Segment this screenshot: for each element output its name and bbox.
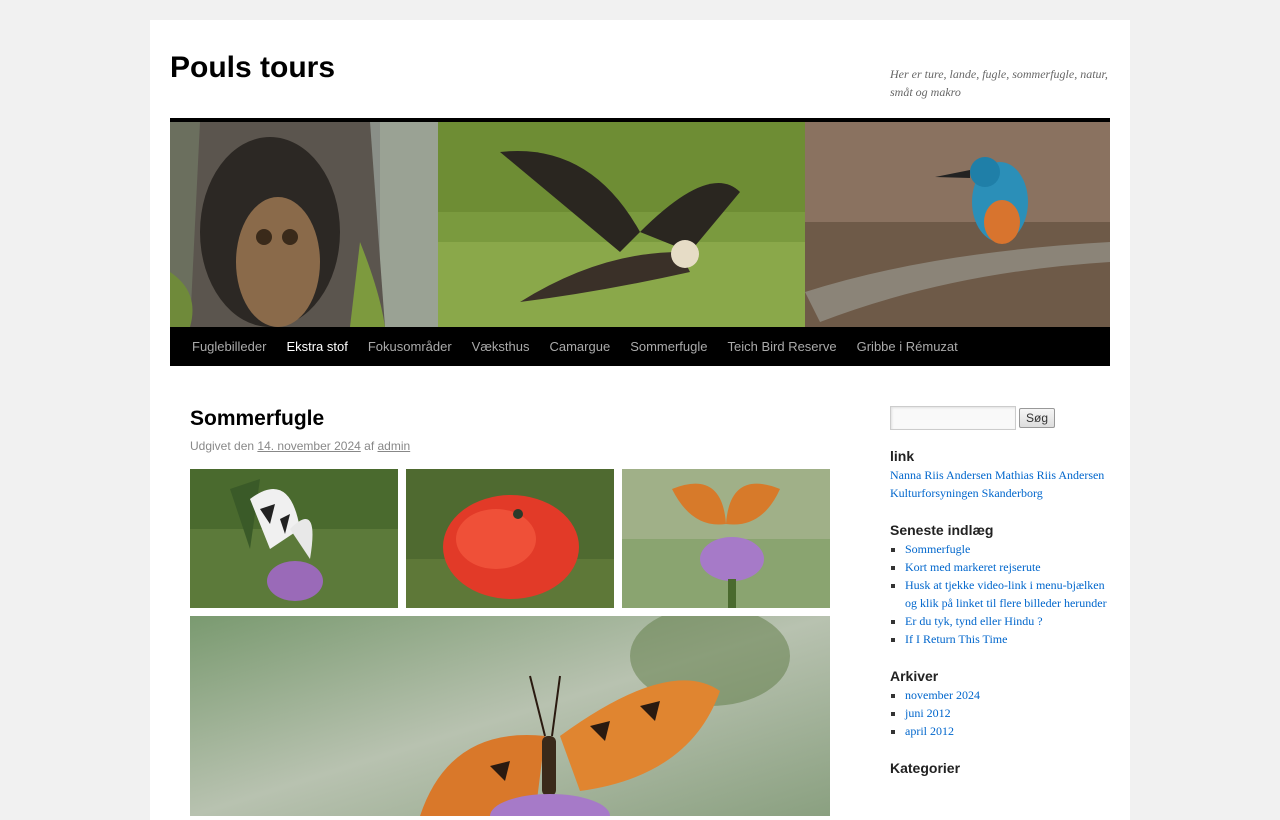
list-item: Sommerfugle — [905, 540, 1110, 558]
post-date-link[interactable]: 14. november 2024 — [257, 439, 360, 453]
nav-item-sommerfugle[interactable]: Sommerfugle — [620, 327, 717, 366]
header-banner-image — [170, 122, 1110, 327]
main-menu: Fuglebilleder Ekstra stof Fokusområder Væks… — [170, 327, 1110, 366]
nav-item-fokusområder[interactable]: Fokusområder — [358, 327, 462, 366]
search-form: Søg — [890, 406, 1110, 430]
list-item: Husk at tjekke video-link i menu-bjælken… — [905, 576, 1110, 612]
site-description: Her er ture, lande, fugle, sommerfugle, … — [890, 67, 1108, 99]
meta-prefix: Udgivet den — [190, 439, 255, 453]
list-item: If I Return This Time — [905, 630, 1110, 648]
list-item: april 2012 — [905, 722, 1110, 740]
list-item: Kort med markeret rejserute — [905, 558, 1110, 576]
widget-title-recent: Seneste indlæg — [890, 522, 994, 538]
links-widget: link Nanna Riis Andersen Mathias Riis An… — [890, 446, 1110, 502]
post-title[interactable]: Sommerfugle — [190, 404, 830, 434]
author-link[interactable]: admin — [378, 439, 411, 453]
widget-title-archives: Arkiver — [890, 668, 939, 684]
list-item: november 2024 — [905, 686, 1110, 704]
archive-link[interactable]: november 2024 — [905, 688, 980, 702]
nav-item-fuglebilleder[interactable]: Fuglebilleder — [182, 327, 276, 366]
widget-title-links: link — [890, 448, 915, 464]
gallery-image-fritillary-large[interactable] — [190, 616, 830, 816]
nav-item-væksthus[interactable]: Væksthus — [462, 327, 540, 366]
recent-posts-widget: Seneste indlæg Sommerfugle Kort med mark… — [890, 520, 1110, 648]
gallery-image-poppy[interactable] — [406, 469, 614, 608]
link-nanna-riis-andersen[interactable]: Nanna Riis Andersen — [890, 468, 992, 482]
post-meta: Udgivet den 14. november 2024 af admin — [190, 437, 830, 455]
gallery-image-marbled-white[interactable] — [190, 469, 398, 608]
nav-item-gribbe-i-rémuzat[interactable]: Gribbe i Rémuzat — [847, 327, 968, 366]
widget-title-categories: Kategorier — [890, 760, 961, 776]
categories-widget: Kategorier — [890, 758, 1110, 778]
link-mathias-riis-andersen[interactable]: Mathias Riis Andersen — [995, 468, 1104, 482]
recent-post-link[interactable]: If I Return This Time — [905, 632, 1007, 646]
search-button[interactable]: Søg — [1019, 408, 1056, 428]
link-kulturforsyningen[interactable]: Kulturforsyningen Skanderborg — [890, 486, 1043, 500]
list-item: juni 2012 — [905, 704, 1110, 722]
meta-by: af — [364, 439, 375, 453]
nav-item-camargue[interactable]: Camargue — [539, 327, 620, 366]
archives-widget: Arkiver november 2024 juni 2012 april 20… — [890, 666, 1110, 740]
recent-post-link[interactable]: Kort med markeret rejserute — [905, 560, 1041, 574]
sidebar: Søg link Nanna Riis Andersen Mathias Rii… — [890, 406, 1110, 778]
nav-item-ekstra-stof[interactable]: Ekstra stof — [276, 327, 357, 366]
archive-link[interactable]: april 2012 — [905, 724, 954, 738]
list-item: Er du tyk, tynd eller Hindu ? — [905, 612, 1110, 630]
archive-link[interactable]: juni 2012 — [905, 706, 951, 720]
recent-post-link[interactable]: Er du tyk, tynd eller Hindu ? — [905, 614, 1043, 628]
main-content: Sommerfugle Udgivet den 14. november 202… — [190, 404, 830, 816]
search-input[interactable] — [890, 406, 1016, 430]
site-title[interactable]: Pouls tours — [170, 50, 335, 86]
gallery-image-fritillary-small[interactable] — [622, 469, 830, 608]
recent-post-link[interactable]: Sommerfugle — [905, 542, 970, 556]
nav-item-teich-bird-reserve[interactable]: Teich Bird Reserve — [718, 327, 847, 366]
page-wrapper: Pouls tours Her er ture, lande, fugle, s… — [150, 20, 1130, 820]
recent-post-link[interactable]: Husk at tjekke video-link i menu-bjælken… — [905, 578, 1107, 610]
